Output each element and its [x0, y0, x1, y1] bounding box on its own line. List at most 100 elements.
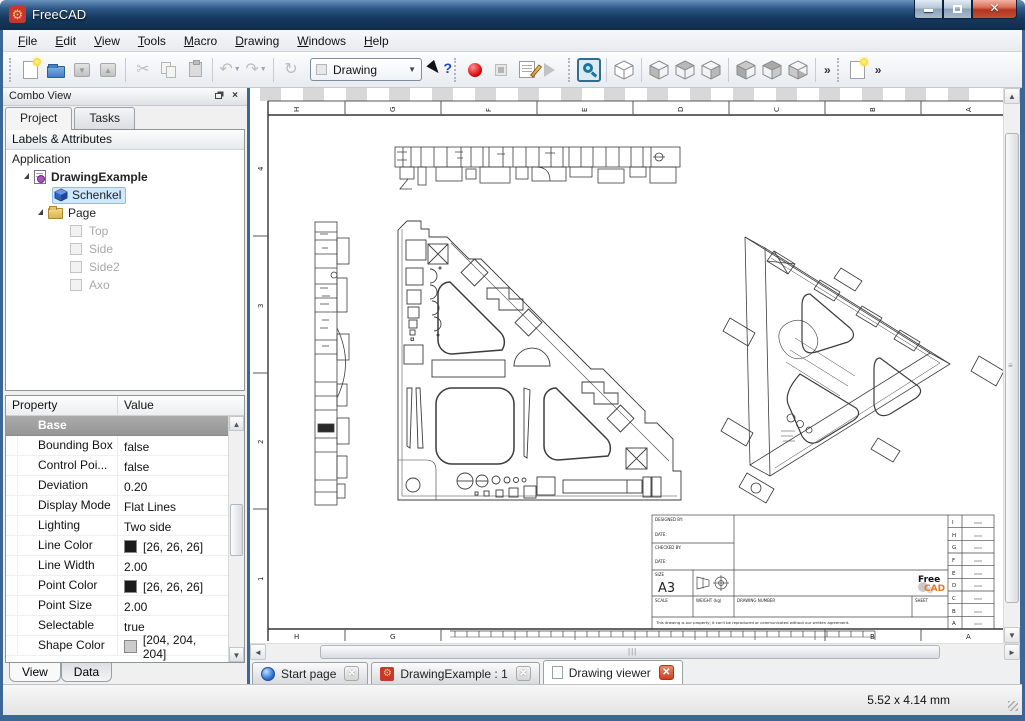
close-tab-icon[interactable]: ✕: [516, 666, 531, 681]
view-left-button[interactable]: [785, 57, 811, 83]
view-axo-projection[interactable]: [721, 237, 1003, 503]
macro-record-button[interactable]: [462, 57, 488, 83]
property-row[interactable]: Line Width2.00: [6, 556, 228, 576]
scroll-down-icon[interactable]: ▼: [229, 647, 244, 662]
view-bottom-button[interactable]: [759, 57, 785, 83]
visibility-checkbox[interactable]: [70, 279, 82, 291]
redo-button[interactable]: ↷▼: [243, 57, 269, 83]
workbench-selector[interactable]: Drawing ▼: [310, 58, 422, 81]
scroll-down-icon[interactable]: ▼: [1004, 627, 1020, 643]
tab-start-page[interactable]: Start page ✕: [252, 662, 368, 684]
menu-windows[interactable]: Windows: [288, 32, 355, 50]
toolbar-overflow-button[interactable]: »: [820, 63, 835, 77]
menu-macro[interactable]: Macro: [175, 32, 226, 50]
property-row[interactable]: LightingTwo side: [6, 516, 228, 536]
redo-dropdown-arrow[interactable]: ▼: [260, 66, 267, 73]
view-top-button[interactable]: [672, 57, 698, 83]
view-rear-button[interactable]: [733, 57, 759, 83]
tab-view[interactable]: View: [9, 663, 61, 682]
new-document-button[interactable]: [17, 57, 43, 83]
property-row[interactable]: Deviation0.20: [6, 476, 228, 496]
tab-project[interactable]: Project: [5, 107, 72, 130]
property-row[interactable]: Control Poi...false: [6, 456, 228, 476]
macro-play-button[interactable]: [540, 57, 566, 83]
scroll-up-icon[interactable]: ▲: [1004, 88, 1020, 104]
tab-drawing-viewer[interactable]: Drawing viewer ✕: [543, 660, 683, 684]
tree-item-page[interactable]: Page: [6, 204, 244, 222]
toolbar-grip[interactable]: [454, 58, 458, 82]
minimize-button[interactable]: [914, 0, 943, 19]
tree-item-axo[interactable]: Axo: [6, 276, 244, 294]
tree-item-document[interactable]: DrawingExample: [6, 168, 244, 186]
property-scrollbar[interactable]: ▲ ▼: [228, 416, 244, 662]
close-button[interactable]: ✕: [972, 0, 1017, 19]
undo-dropdown-arrow[interactable]: ▼: [234, 66, 241, 73]
print-button[interactable]: ▲: [95, 57, 121, 83]
refresh-button[interactable]: ↻: [278, 57, 304, 83]
float-panel-button[interactable]: [211, 90, 225, 103]
tab-tasks[interactable]: Tasks: [74, 107, 135, 129]
cut-button[interactable]: ✂: [130, 57, 156, 83]
tree-item-side2[interactable]: Side2: [6, 258, 244, 276]
view-axonometric-button[interactable]: [611, 57, 637, 83]
paste-button[interactable]: [182, 57, 208, 83]
scrollbar-thumb[interactable]: [230, 504, 243, 556]
property-row[interactable]: Line Color[26, 26, 26]: [6, 536, 228, 556]
resize-grip[interactable]: [1008, 701, 1018, 711]
maximize-button[interactable]: [943, 0, 972, 19]
open-button[interactable]: [43, 57, 69, 83]
menu-drawing[interactable]: Drawing: [226, 32, 288, 50]
scroll-up-icon[interactable]: ▲: [229, 416, 244, 431]
expander-icon[interactable]: [24, 173, 29, 179]
macro-stop-button[interactable]: [488, 57, 514, 83]
new-sheet-button[interactable]: [845, 57, 871, 83]
close-panel-button[interactable]: ×: [228, 90, 242, 103]
toolbar-grip[interactable]: [837, 58, 841, 82]
view-right-button[interactable]: [698, 57, 724, 83]
property-group-base[interactable]: Base: [6, 416, 228, 436]
title-bar[interactable]: ⚙ FreeCAD ✕: [0, 0, 1025, 30]
horizontal-scrollbar[interactable]: ◄ ||| ►: [250, 643, 1020, 660]
undo-button[interactable]: ↶▼: [217, 57, 243, 83]
close-tab-icon[interactable]: ✕: [659, 665, 674, 680]
tree-item-application[interactable]: Application: [6, 150, 244, 168]
tree-item-top[interactable]: Top: [6, 222, 244, 240]
tab-data[interactable]: Data: [61, 663, 112, 682]
view-front-button[interactable]: [646, 57, 672, 83]
expander-icon[interactable]: [38, 209, 43, 215]
property-row[interactable]: Shape Color[204, 204, 204]: [6, 636, 228, 656]
scroll-left-icon[interactable]: ◄: [250, 644, 266, 660]
scroll-right-icon[interactable]: ►: [1004, 644, 1020, 660]
property-row[interactable]: Bounding Boxfalse: [6, 436, 228, 456]
combo-view-titlebar[interactable]: Combo View ×: [3, 88, 247, 106]
property-row[interactable]: Display ModeFlat Lines: [6, 496, 228, 516]
toolbar-grip[interactable]: [9, 58, 13, 82]
vertical-scrollbar[interactable]: ▲ ≡ ▼: [1003, 88, 1020, 643]
visibility-checkbox[interactable]: [70, 261, 82, 273]
tree-item-side[interactable]: Side: [6, 240, 244, 258]
menu-file[interactable]: File: [9, 32, 46, 50]
menu-tools[interactable]: Tools: [129, 32, 175, 50]
tree-item-schenkel[interactable]: Schenkel: [6, 186, 244, 204]
drawing-viewer-canvas[interactable]: H G F E D C B A 4 3 2 1 H G B A: [250, 88, 1020, 660]
selected-item-highlight[interactable]: Schenkel: [52, 187, 126, 204]
visibility-checkbox[interactable]: [70, 225, 82, 237]
toolbar-overflow-button-2[interactable]: »: [871, 63, 886, 77]
menu-view[interactable]: View: [85, 32, 129, 50]
view-top-projection[interactable]: [395, 147, 680, 189]
view-side-projection[interactable]: [315, 222, 349, 505]
menu-edit[interactable]: Edit: [46, 32, 85, 50]
view-front-projection[interactable]: [398, 221, 681, 500]
property-row[interactable]: Point Color[26, 26, 26]: [6, 576, 228, 596]
tab-drawing-example[interactable]: ⚙ DrawingExample : 1 ✕: [371, 662, 539, 684]
macro-edit-button[interactable]: [514, 57, 540, 83]
save-button[interactable]: ▼: [69, 57, 95, 83]
toolbar-grip[interactable]: [568, 58, 572, 82]
close-tab-icon[interactable]: ✕: [344, 666, 359, 681]
copy-button[interactable]: [156, 57, 182, 83]
whats-this-button[interactable]: ?: [428, 59, 452, 81]
fit-all-button[interactable]: [576, 57, 602, 83]
property-row[interactable]: Point Size2.00: [6, 596, 228, 616]
menu-help[interactable]: Help: [355, 32, 398, 50]
visibility-checkbox[interactable]: [70, 243, 82, 255]
